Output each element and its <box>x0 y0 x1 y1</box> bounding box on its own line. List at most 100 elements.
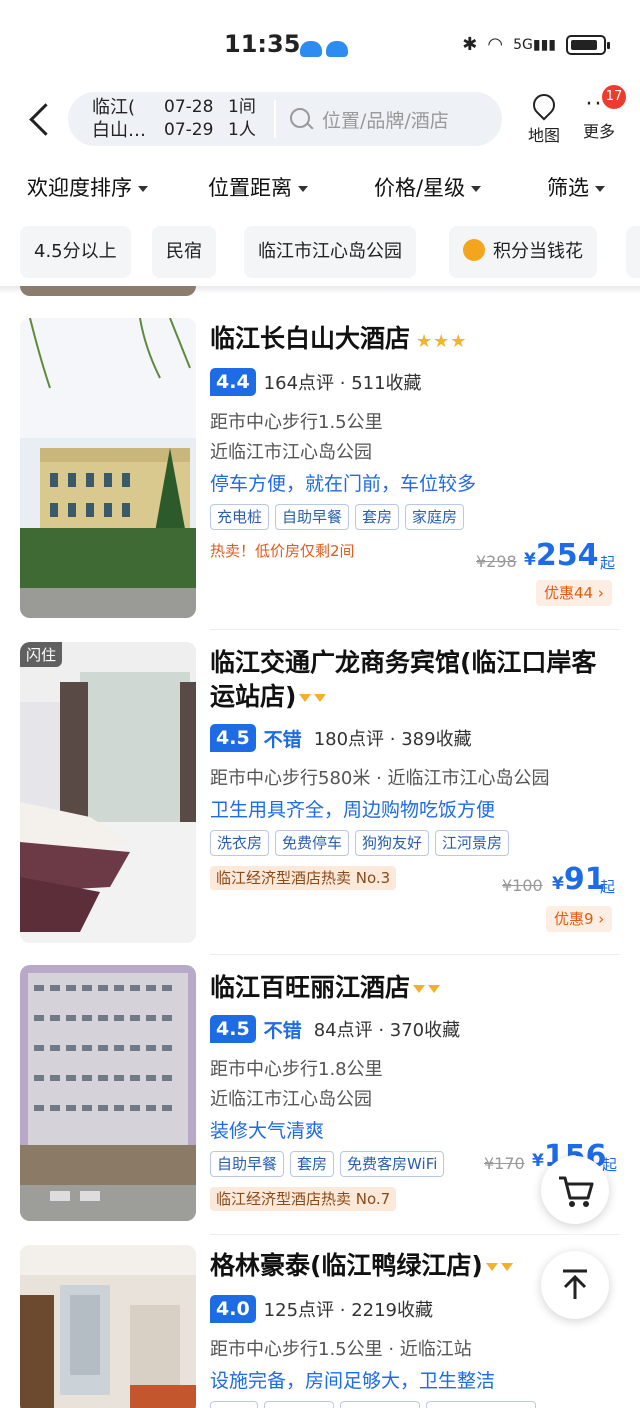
hotel-tag <box>264 1401 334 1408</box>
hotel-tag: 免费客房WiFi <box>340 1151 445 1177</box>
hotel-price: ¥91 <box>552 862 606 897</box>
diamond-icon <box>500 1263 513 1271</box>
sort-filter[interactable]: 筛选 <box>547 172 605 202</box>
score-badge: 4.4 <box>210 368 256 396</box>
hotel-tag: 家庭房 <box>405 504 465 530</box>
original-price: ¥298 <box>476 552 517 571</box>
hotel-distance: 距市中心步行1.8公里 <box>210 1059 383 1080</box>
score-badge: 4.5 <box>210 1015 256 1043</box>
hotel-distance: 距市中心步行1.5公里 · 近临江站 <box>210 1339 472 1360</box>
signal-icon: 5G▮▮▮ <box>513 36 556 53</box>
hotel-highlight: 设施完备，房间足够大，卫生整洁 <box>210 1370 496 1392</box>
search-input[interactable]: 位置/品牌/酒店 <box>322 106 449 133</box>
hotel-name[interactable]: 临江百旺丽江酒店 <box>210 971 610 1005</box>
hotel-tag <box>210 1401 258 1408</box>
coin-icon <box>463 239 485 261</box>
hotel-card[interactable]: 临江长白山大酒店 ★★★ 4.4 164点评 · 511收藏 距市中心步行1.5公里… <box>0 306 640 630</box>
cloud-icon <box>296 38 348 57</box>
dropdown-arrow-icon <box>138 186 148 192</box>
battery-icon <box>566 34 610 55</box>
discount-badge[interactable]: 优惠44 › <box>536 580 612 606</box>
discount-badge[interactable]: 优惠9 › <box>546 906 613 932</box>
score-badge: 4.5 <box>210 724 256 752</box>
hotel-tags: 自助早餐 套房 免费客房WiFi <box>210 1151 445 1177</box>
chip-more[interactable] <box>626 226 640 278</box>
hotel-tags: 充电桩 自助早餐 套房 家庭房 <box>210 504 465 530</box>
hotel-photo[interactable] <box>20 965 196 1221</box>
rating-row: 4.0 125点评 · 2219收藏 <box>210 1295 433 1323</box>
back-button[interactable] <box>22 100 62 140</box>
ranking-badge[interactable]: 临江经济型酒店热卖 No.3 <box>210 866 397 890</box>
city-selector[interactable]: 临江( 白山… <box>92 96 152 142</box>
diamond-icon <box>428 985 441 993</box>
hotel-tags <box>210 1401 536 1408</box>
original-price: ¥170 <box>484 1154 525 1173</box>
chip-homestay[interactable]: 民宿 <box>152 226 216 278</box>
hotel-tag: 江河景房 <box>435 830 510 856</box>
score-badge: 4.0 <box>210 1295 256 1323</box>
status-bar: 11:35 ✱ ◠ 5G▮▮▮ <box>0 0 640 90</box>
cart-icon <box>559 1176 594 1207</box>
hotel-distance: 距市中心步行1.5公里 <box>210 412 383 433</box>
hotel-highlight: 装修大气清爽 <box>210 1120 325 1142</box>
hotel-tag: 狗狗友好 <box>355 830 430 856</box>
rating-row: 4.4 164点评 · 511收藏 <box>210 368 422 396</box>
ranking-badge[interactable]: 临江经济型酒店热卖 No.7 <box>210 1187 397 1211</box>
flash-stay-badge: 闪住 <box>20 642 63 667</box>
room-guest-selector[interactable]: 1间 1人 <box>228 96 256 142</box>
map-pin-icon <box>528 89 560 121</box>
hotel-highlight: 卫生用具齐全，周边购物吃饭方便 <box>210 799 496 821</box>
search-icon <box>290 108 310 128</box>
date-selector[interactable]: 07-28 07-29 <box>164 96 213 142</box>
back-to-top-button[interactable] <box>541 1251 609 1319</box>
original-price: ¥100 <box>502 876 543 895</box>
chip-landmark[interactable]: 临江市江心岛公园 <box>244 226 416 278</box>
sort-distance[interactable]: 位置距离 <box>208 172 308 202</box>
hotel-photo[interactable] <box>20 1245 196 1408</box>
hot-sale-text: 热卖！低价房仅剩2间 <box>210 542 355 560</box>
sort-bar: 欢迎度排序 位置距离 价格/星级 筛选 <box>0 160 640 216</box>
search-bar[interactable]: 临江( 白山… 07-28 07-29 1间 1人 位置/品牌/酒店 <box>68 92 502 146</box>
sort-price-star[interactable]: 价格/星级 <box>374 172 482 202</box>
hotel-tag <box>426 1401 536 1408</box>
status-time: 11:35 <box>224 30 301 58</box>
search-divider <box>274 100 276 138</box>
chip-points[interactable]: 积分当钱花 <box>449 226 597 278</box>
cart-button[interactable] <box>541 1156 609 1224</box>
hotel-nearby: 近临江市江心岛公园 <box>210 442 372 463</box>
hotel-tag: 套房 <box>355 504 400 530</box>
sort-popularity[interactable]: 欢迎度排序 <box>27 172 148 202</box>
dropdown-arrow-icon <box>595 186 605 192</box>
diamond-icon <box>485 1263 498 1271</box>
hotel-photo[interactable]: 闪住 <box>20 642 196 943</box>
map-button[interactable]: 地图 <box>519 89 569 148</box>
dropdown-arrow-icon <box>471 186 482 192</box>
diamond-icon <box>314 694 327 702</box>
hotel-tag: 套房 <box>290 1151 335 1177</box>
hotel-tag: 洗衣房 <box>210 830 270 856</box>
hotel-tag: 自助早餐 <box>210 1151 285 1177</box>
hotel-photo[interactable] <box>20 318 196 618</box>
arrow-up-icon <box>563 1269 587 1299</box>
hotel-tag: 充电桩 <box>210 504 270 530</box>
star-rating-icon: ★★★ <box>416 331 468 352</box>
hotel-tag <box>340 1401 420 1408</box>
notification-badge: 17 <box>602 85 626 109</box>
status-icons: ✱ ◠ 5G▮▮▮ <box>462 34 610 55</box>
hotel-card[interactable]: 闪住 临江交通广龙商务宾馆(临江口岸客运站店) 4.5 不错 180点评 · 389… <box>0 630 640 955</box>
hotel-tag: 免费停车 <box>275 830 350 856</box>
hotel-name[interactable]: 临江交通广龙商务宾馆(临江口岸客运站店) <box>210 646 610 714</box>
hotel-nearby: 近临江市江心岛公园 <box>210 1089 372 1110</box>
hotel-price: ¥254 <box>524 538 599 573</box>
hotel-name[interactable]: 临江长白山大酒店 ★★★ <box>210 322 610 359</box>
bluetooth-icon: ✱ <box>462 34 478 55</box>
chip-rating[interactable]: 4.5分以上 <box>20 226 131 278</box>
rating-row: 4.5 不错 180点评 · 389收藏 <box>210 724 472 752</box>
previous-hotel-photo[interactable] <box>20 286 196 296</box>
diamond-icon <box>413 985 426 993</box>
hotel-highlight: 停车方便，就在门前，车位较多 <box>210 473 477 495</box>
rating-row: 4.5 不错 84点评 · 370收藏 <box>210 1015 460 1043</box>
dropdown-arrow-icon <box>298 186 308 192</box>
wifi-icon: ◠ <box>487 34 504 55</box>
hotel-tag: 自助早餐 <box>275 504 350 530</box>
